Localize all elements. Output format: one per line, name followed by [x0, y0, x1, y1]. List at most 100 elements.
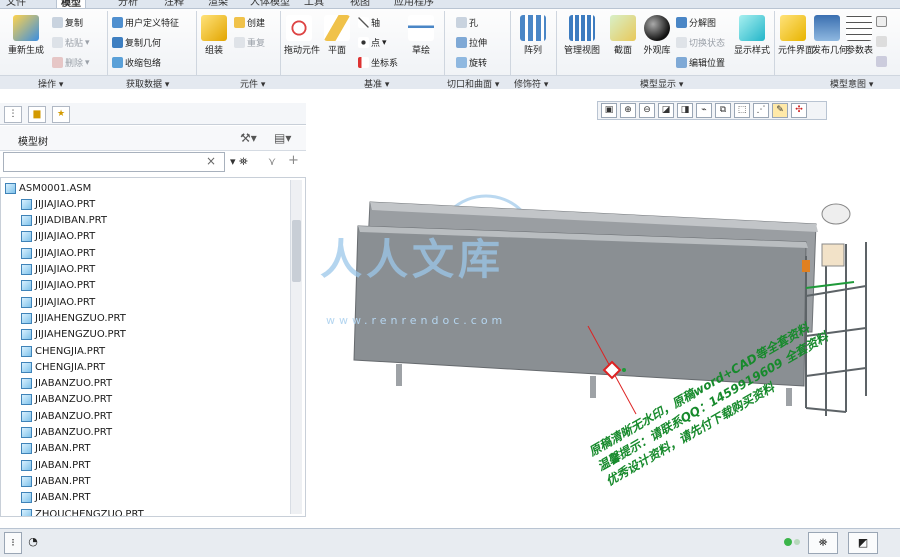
- copy-button[interactable]: 复制: [52, 16, 83, 29]
- component-interface-button[interactable]: 元件界面: [778, 15, 814, 56]
- tree-part-item[interactable]: JIABANZUO.PRT: [21, 376, 112, 392]
- shrinkwrap-button[interactable]: 收缩包络: [112, 56, 161, 69]
- tree-part-item[interactable]: CHENGJIA.PRT: [21, 359, 105, 375]
- show-menu-icon[interactable]: ▤▾: [274, 131, 291, 145]
- sketch-button[interactable]: 草绘: [406, 15, 436, 56]
- publish-geometry-button[interactable]: 发布几何: [812, 15, 848, 56]
- selection-filter-icon[interactable]: ◩: [848, 532, 878, 554]
- axis-button[interactable]: 轴: [358, 16, 380, 29]
- appearance-gallery-button[interactable]: 外观库: [642, 15, 672, 56]
- model-tree-tab[interactable]: ⋮: [4, 106, 22, 123]
- clear-filter-icon[interactable]: ×: [206, 154, 216, 168]
- tab-file[interactable]: 文件: [2, 0, 30, 8]
- tab-annotate[interactable]: 注释: [160, 0, 188, 8]
- tab-model[interactable]: 模型: [56, 0, 86, 8]
- tree-part-item[interactable]: JIABAN.PRT: [21, 473, 90, 489]
- plane-button[interactable]: 平面: [322, 15, 352, 56]
- regenerate-icon: [13, 15, 39, 41]
- add-column-icon[interactable]: +: [288, 153, 299, 168]
- extrude-button[interactable]: 拉伸: [456, 36, 487, 49]
- exploded-view-button[interactable]: 分解图: [676, 16, 716, 29]
- group-model-display[interactable]: 模型显示 ▾: [640, 77, 683, 90]
- folder-browser-tab[interactable]: ▆: [28, 106, 46, 123]
- graphics-window[interactable]: 人人文库 www.renrendoc.com 原稿清晰无水印，原稿word+CA…: [306, 96, 900, 528]
- refit-icon[interactable]: ▣: [601, 103, 617, 118]
- tree-part-item[interactable]: JIABAN.PRT: [21, 457, 90, 473]
- tab-analysis[interactable]: 分析: [114, 0, 142, 8]
- tree-part-item[interactable]: JIABAN.PRT: [21, 441, 90, 457]
- tree-part-item[interactable]: JIJIAJIAO.PRT: [21, 196, 95, 212]
- scrollbar-thumb[interactable]: [292, 220, 301, 282]
- spin-center-icon[interactable]: ✣: [791, 103, 807, 118]
- tree-part-item[interactable]: CHENGJIA.PRT: [21, 343, 105, 359]
- create-button[interactable]: 创建: [234, 16, 265, 29]
- revolve-button[interactable]: 旋转: [456, 56, 487, 69]
- tree-part-item[interactable]: JIABANZUO.PRT: [21, 425, 112, 441]
- tree-part-item[interactable]: JIJIAHENGZUO.PRT: [21, 327, 126, 343]
- repaint-icon[interactable]: ◪: [658, 103, 674, 118]
- relations-button[interactable]: [876, 16, 887, 27]
- zoom-out-icon[interactable]: ⊖: [639, 103, 655, 118]
- find-icon[interactable]: ▾ ⛯: [230, 155, 248, 169]
- tree-part-item[interactable]: JIJIAJIAO.PRT: [21, 229, 95, 245]
- hole-button[interactable]: 孔: [456, 16, 478, 29]
- drag-components-button[interactable]: 拖动元件: [284, 15, 320, 56]
- group-operations[interactable]: 操作 ▾: [38, 77, 63, 90]
- tree-part-item[interactable]: JIJIAJIAO.PRT: [21, 262, 95, 278]
- favorites-tab[interactable]: ★: [52, 106, 70, 123]
- group-element[interactable]: 元件 ▾: [240, 77, 265, 90]
- tree-part-item[interactable]: ZHOUCHENGZUO.PRT: [21, 506, 144, 516]
- view-manager-icon[interactable]: ⧉: [715, 103, 731, 118]
- tab-render[interactable]: 渲染: [204, 0, 232, 8]
- tree-part-item[interactable]: JIJIAJIAO.PRT: [21, 294, 95, 310]
- manage-views-button[interactable]: 管理视图: [562, 15, 602, 56]
- display-style-button[interactable]: 显示样式: [734, 15, 770, 56]
- section-button[interactable]: 截面: [608, 15, 638, 56]
- group-get-data[interactable]: 获取数据 ▾: [126, 77, 169, 90]
- tree-part-item[interactable]: JIJIAJIAO.PRT: [21, 278, 95, 294]
- tab-tools[interactable]: 工具: [300, 0, 328, 8]
- family-table-button[interactable]: [876, 56, 887, 67]
- tree-root-assembly[interactable]: ASM0001.ASM: [5, 180, 91, 196]
- repeat-button[interactable]: 重复: [234, 36, 265, 49]
- regenerate-button[interactable]: 重新生成: [5, 15, 47, 56]
- filter-icon[interactable]: ⋎: [268, 155, 276, 168]
- zoom-in-icon[interactable]: ⊕: [620, 103, 636, 118]
- paste-button[interactable]: 粘贴 ▾: [52, 36, 90, 49]
- user-defined-feature-button[interactable]: 用户定义特征: [112, 16, 179, 29]
- saved-views-icon[interactable]: ⌁: [696, 103, 712, 118]
- datum-display-icon[interactable]: ⋰: [753, 103, 769, 118]
- tab-view[interactable]: 视图: [346, 0, 374, 8]
- assemble-button[interactable]: 组装: [200, 15, 228, 56]
- point-button[interactable]: 点 ▾: [358, 36, 387, 49]
- annotation-display-icon[interactable]: ✎: [772, 103, 788, 118]
- tree-search-input[interactable]: ×: [3, 152, 225, 172]
- pattern-button[interactable]: 阵列: [516, 15, 550, 56]
- tree-settings-icon[interactable]: ⚒▾: [240, 131, 257, 145]
- tree-part-item[interactable]: JIABANZUO.PRT: [21, 408, 112, 424]
- navigator-toggle-icon[interactable]: ⁝: [4, 532, 22, 554]
- browser-toggle-icon[interactable]: ◔: [24, 532, 42, 554]
- group-modifier[interactable]: 修饰符 ▾: [514, 77, 548, 90]
- group-datum[interactable]: 基准 ▾: [364, 77, 389, 90]
- display-style-icon[interactable]: ◨: [677, 103, 693, 118]
- group-cut-surface[interactable]: 切口和曲面 ▾: [447, 77, 499, 90]
- tree-part-item[interactable]: JIJIAJIAO.PRT: [21, 245, 95, 261]
- group-model-intent[interactable]: 模型意图 ▾: [830, 77, 873, 90]
- parameters-button[interactable]: 参数表: [846, 15, 873, 56]
- find-icon[interactable]: ⛯: [808, 532, 838, 554]
- copy-geometry-button[interactable]: 复制几何: [112, 36, 161, 49]
- tab-applications[interactable]: 应用程序: [390, 0, 438, 8]
- tree-part-item[interactable]: JIJIADIBAN.PRT: [21, 213, 107, 229]
- csys-button[interactable]: 坐标系: [358, 56, 398, 69]
- tree-part-item[interactable]: JIJIAHENGZUO.PRT: [21, 310, 126, 326]
- tab-manikin[interactable]: 人体模型: [246, 0, 294, 8]
- delete-button[interactable]: 删除 ▾: [52, 56, 90, 69]
- tree-scrollbar[interactable]: [290, 180, 302, 514]
- tree-part-item[interactable]: JIABANZUO.PRT: [21, 392, 112, 408]
- toggle-status-button[interactable]: 切换状态: [676, 36, 725, 49]
- edit-position-button[interactable]: 编辑位置: [676, 56, 725, 69]
- tree-part-item[interactable]: JIABAN.PRT: [21, 490, 90, 506]
- perspective-icon[interactable]: ⬚: [734, 103, 750, 118]
- switch-dimensions-button[interactable]: [876, 36, 887, 47]
